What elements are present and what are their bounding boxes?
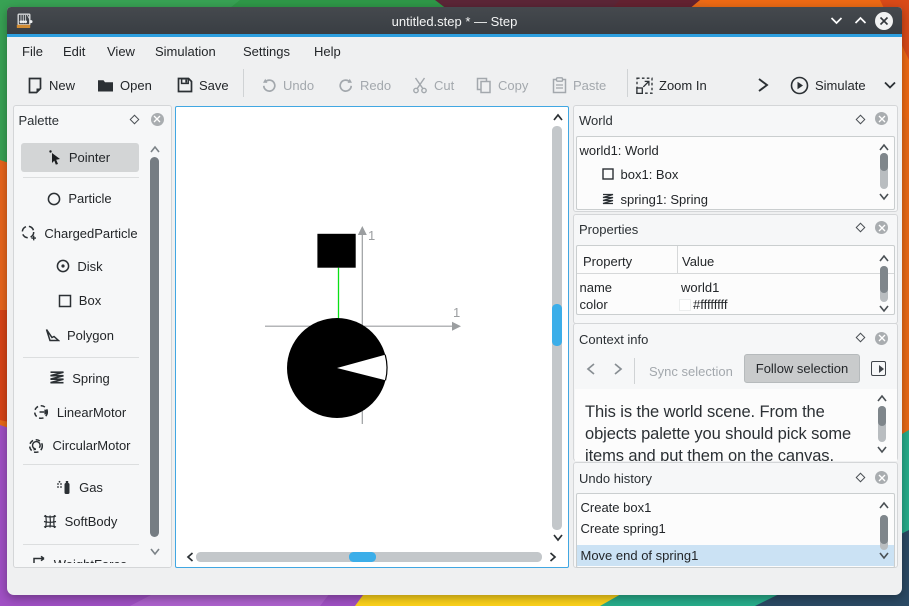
svg-text:1: 1 xyxy=(368,228,375,243)
svg-text:1: 1 xyxy=(453,305,460,320)
